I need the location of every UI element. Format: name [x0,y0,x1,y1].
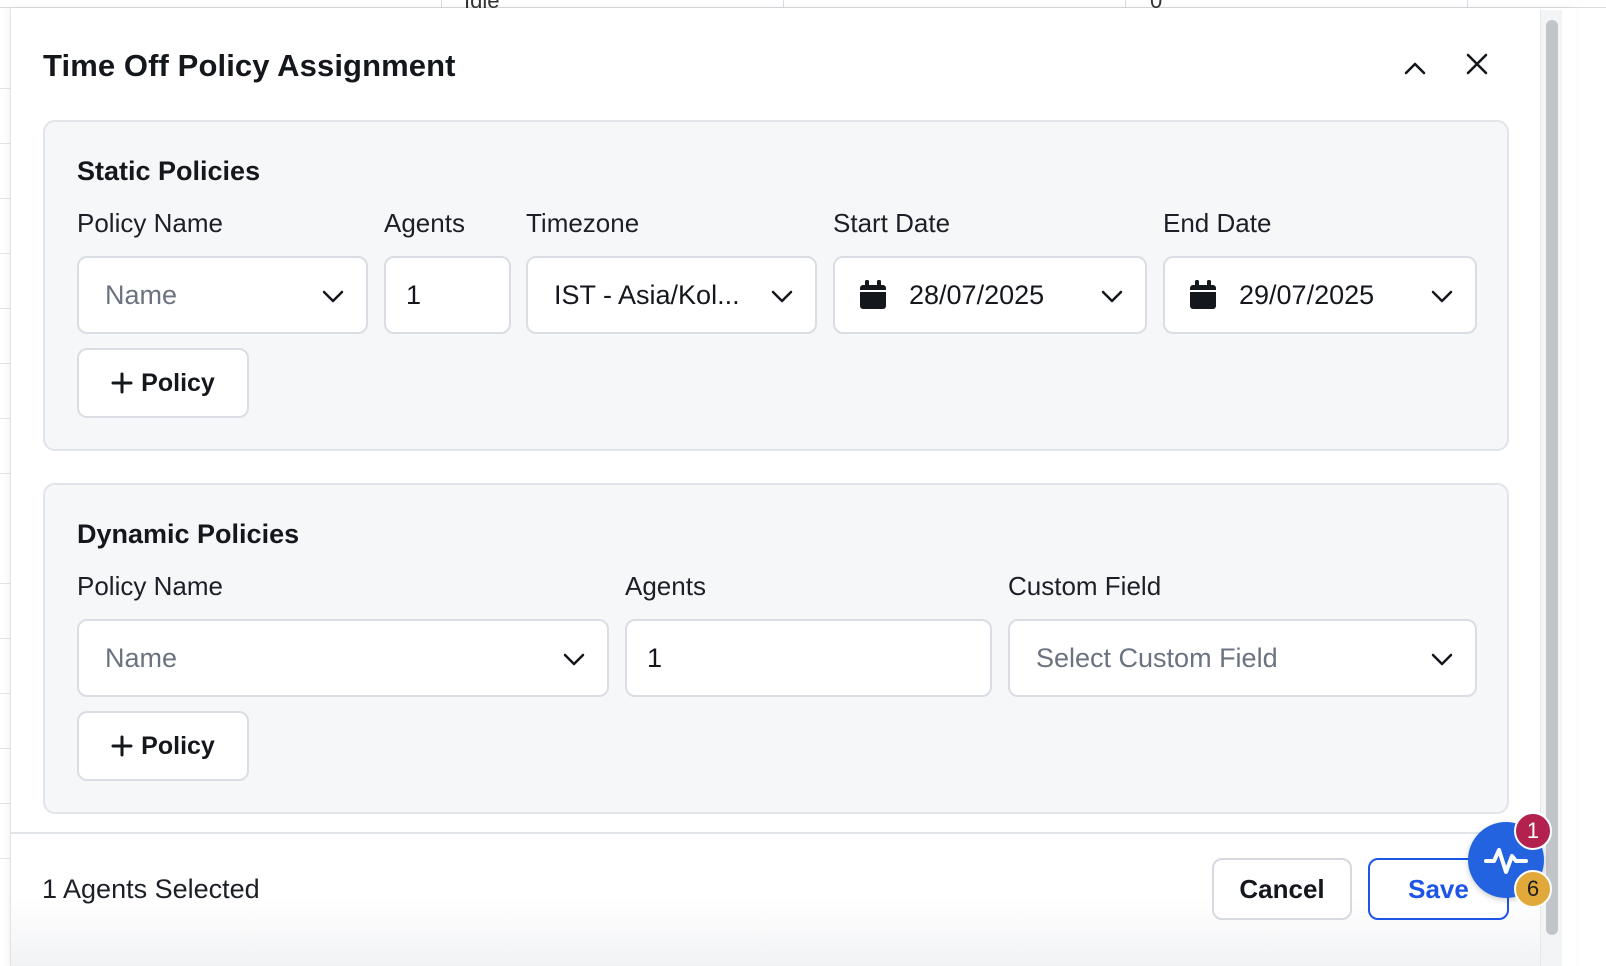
chevron-down-icon [563,653,585,666]
agents-input[interactable]: 1 [625,619,992,697]
custom-field-label: Custom Field [1008,571,1162,601]
section-title: Static Policies [77,156,261,186]
policy-name-select[interactable]: Name [77,256,368,334]
dynamic-policies-section: Dynamic Policies Policy Name Agents Cust… [43,483,1509,814]
custom-field-select[interactable]: Select Custom Field [1008,619,1477,697]
collapse-button[interactable] [1397,50,1433,86]
start-date-value: 28/07/2025 [909,279,1045,310]
agents-input[interactable]: 1 [384,256,511,334]
chevron-down-icon [322,290,344,303]
notification-badge: 1 [1514,812,1552,850]
policy-name-label: Policy Name [77,208,223,238]
section-title: Dynamic Policies [77,519,300,549]
plus-icon [111,735,133,757]
agents-value: 1 [647,642,663,673]
chevron-up-icon [1404,62,1426,75]
end-date-label: End Date [1163,208,1272,238]
count-badge: 6 [1514,870,1552,908]
agents-value: 1 [406,279,422,310]
chevron-down-icon [1431,290,1453,303]
timezone-label: Timezone [526,208,640,238]
calendar-icon [1190,280,1216,309]
policy-name-label: Policy Name [77,571,223,601]
background-cell [784,0,1126,8]
close-icon [1466,53,1488,75]
background-cell [100,0,442,8]
time-off-policy-drawer: Time Off Policy Assignment Static Polici… [10,8,1576,966]
scrollbar-thumb[interactable] [1546,20,1558,935]
add-static-policy-button[interactable]: Policy [77,348,249,418]
page-title: Time Off Policy Assignment [43,48,456,83]
chevron-down-icon [1431,653,1453,666]
add-policy-label: Policy [141,731,215,760]
chevron-down-icon [771,290,793,303]
agents-label: Agents [384,208,465,238]
policy-name-select[interactable]: Name [77,619,609,697]
timezone-select[interactable]: IST - Asia/Kol... [526,256,817,334]
background-cell: 0 [1126,0,1468,13]
custom-field-placeholder: Select Custom Field [1036,642,1278,673]
agents-label: Agents [625,571,706,601]
policy-name-placeholder: Name [105,279,178,310]
cancel-button[interactable]: Cancel [1212,858,1352,920]
calendar-icon [860,280,886,309]
close-button[interactable] [1459,46,1495,82]
add-dynamic-policy-button[interactable]: Policy [77,711,249,781]
background-cell: Idle [442,0,784,13]
timezone-value: IST - Asia/Kol... [554,279,740,310]
start-date-picker[interactable]: 28/07/2025 [833,256,1147,334]
add-policy-label: Policy [141,368,215,397]
footer-divider [11,832,1541,834]
end-date-value: 29/07/2025 [1239,279,1375,310]
policy-name-placeholder: Name [105,642,178,673]
start-date-label: Start Date [833,208,951,238]
static-policies-section: Static Policies Policy Name Agents Timez… [43,120,1509,451]
plus-icon [111,372,133,394]
end-date-picker[interactable]: 29/07/2025 [1163,256,1477,334]
chevron-down-icon [1101,290,1123,303]
agents-selected-count: 1 Agents Selected [42,874,260,904]
